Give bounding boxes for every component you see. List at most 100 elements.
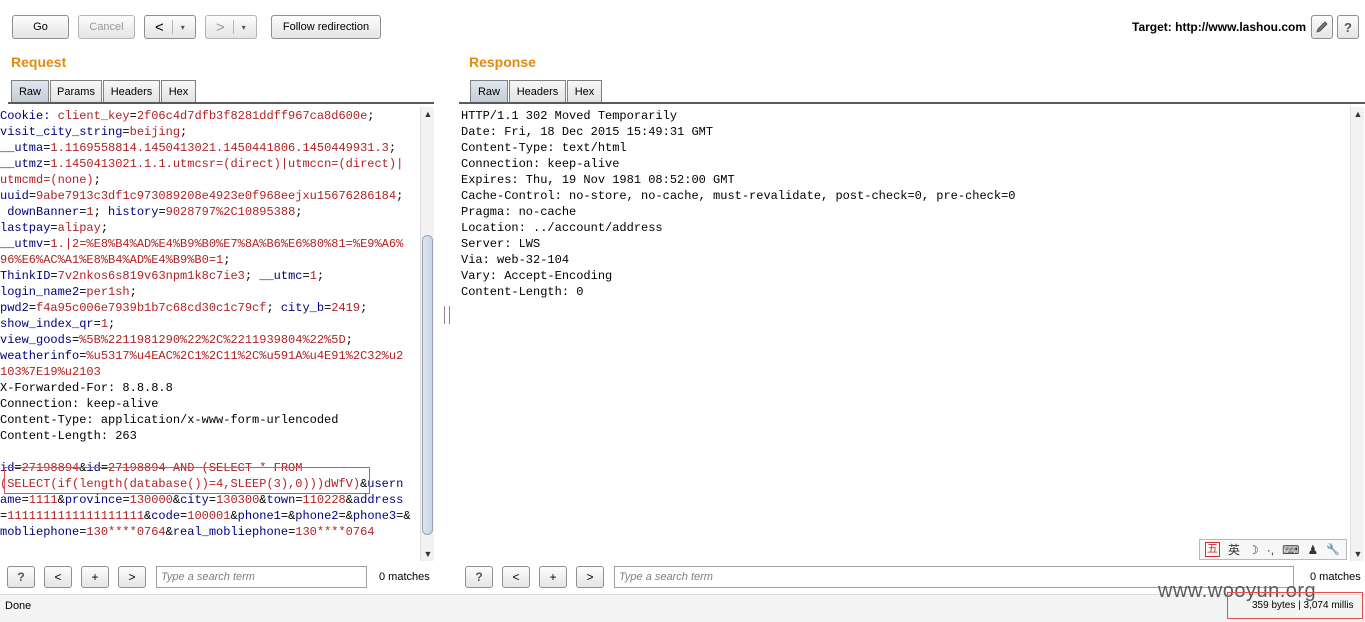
request-token: ; [345, 333, 353, 347]
request-scrollbar[interactable]: ▲ ▼ [420, 107, 434, 561]
request-line: mobliephone=130****0764&real_mobliephone… [0, 524, 420, 540]
back-label: < [155, 18, 164, 36]
request-token: & [345, 493, 353, 507]
separator [171, 20, 173, 34]
user-icon[interactable]: ♟ [1307, 543, 1318, 557]
response-scrollbar[interactable]: ▲ ▼ [1350, 107, 1364, 561]
response-search-add-button[interactable]: + [539, 566, 567, 588]
request-token: 1.|2=%E8%B4%AD%E4%B9%B0%E7%8A%B6%E6%80%8… [50, 237, 404, 251]
request-token: Content-Type: application/x-www-form-url… [0, 413, 339, 427]
scroll-down-icon[interactable]: ▼ [1351, 547, 1365, 561]
request-token: = [122, 493, 130, 507]
chevron-down-icon: ▾ [180, 22, 185, 32]
request-line: Connection: keep-alive [0, 396, 420, 412]
request-token: view_goods [0, 333, 73, 347]
wrench-icon[interactable]: 🔧 [1326, 543, 1340, 556]
request-token: weatherinfo [0, 349, 80, 363]
request-line: X-Forwarded-For: 8.8.8.8 [0, 380, 420, 396]
response-line: Location: ../account/address [461, 221, 663, 235]
request-token: ThinkID [0, 269, 51, 283]
response-line: Content-Length: 0 [461, 285, 584, 299]
request-search-input[interactable]: Type a search term [156, 566, 367, 588]
request-search-prev-button[interactable]: < [44, 566, 72, 588]
request-token: =& [396, 509, 411, 523]
edit-target-button[interactable] [1311, 15, 1333, 39]
request-token: & [57, 493, 65, 507]
request-line: uuid=9abe7913c3df1c973089208e4923e0f968e… [0, 188, 420, 204]
request-tab-divider [8, 102, 434, 104]
request-token: =& [338, 509, 353, 523]
response-search-prev-button[interactable]: < [502, 566, 530, 588]
response-line: Expires: Thu, 19 Nov 1981 08:52:00 GMT [461, 173, 735, 187]
tab-response-hex[interactable]: Hex [567, 80, 602, 102]
request-token: Content-Length: 263 [0, 429, 137, 443]
keyboard-icon[interactable]: ⌨ [1282, 543, 1299, 557]
pane-splitter[interactable] [444, 306, 450, 324]
request-token: 1 [100, 317, 109, 331]
request-token: = [295, 493, 303, 507]
request-token: ame [0, 493, 22, 507]
highlight-box [4, 467, 370, 494]
scroll-down-icon[interactable]: ▼ [421, 547, 435, 561]
tab-response-headers[interactable]: Headers [509, 80, 566, 102]
tab-response-raw[interactable]: Raw [470, 80, 508, 102]
request-line: Content-Length: 263 [0, 428, 420, 444]
response-search-next-button[interactable]: > [576, 566, 604, 588]
request-token: show_index_qr [0, 317, 94, 331]
request-token: & [259, 493, 267, 507]
request-token: usern [367, 477, 404, 491]
request-token: X-Forwarded-For: 8.8.8.8 [0, 381, 173, 395]
forward-button[interactable]: > ▾ [205, 15, 257, 39]
follow-redirection-button[interactable]: Follow redirection [271, 15, 381, 39]
request-token: = [50, 269, 58, 283]
scroll-up-icon[interactable]: ▲ [421, 107, 435, 121]
response-line: Pragma: no-cache [461, 205, 577, 219]
tab-request-params[interactable]: Params [50, 80, 102, 102]
help-button[interactable]: ? [1337, 15, 1359, 39]
request-search-help-button[interactable]: ? [7, 566, 35, 588]
request-line: visit_city_string=beijing; [0, 124, 420, 140]
request-token: alipay [57, 221, 101, 235]
request-scroll-thumb[interactable] [422, 235, 433, 535]
request-token: 9028797%2C10895388 [165, 205, 296, 219]
request-token: ; [266, 301, 281, 315]
request-token: ; [93, 173, 101, 187]
request-match-count: 0 matches [379, 571, 430, 583]
cancel-button[interactable]: Cancel [78, 15, 135, 39]
back-button[interactable]: < ▾ [144, 15, 196, 39]
scroll-up-icon[interactable]: ▲ [1351, 107, 1365, 121]
request-token: province [64, 493, 123, 507]
request-token: town [266, 493, 296, 507]
request-token: 7v2nkos6s819v63npm1k8c7ie3 [57, 269, 245, 283]
tab-request-raw[interactable]: Raw [11, 80, 49, 102]
request-line: utmcmd=(none); [0, 172, 420, 188]
request-line: 103%7E19%u2103 [0, 364, 420, 380]
request-token: ; [396, 189, 404, 203]
ime-toolbar[interactable]: 五 英 ☽ ·, ⌨ ♟ 🔧 [1199, 539, 1347, 560]
request-token: client_key [57, 109, 130, 123]
request-line: Cookie: client_key=2f06c4d7dfb3f8281ddff… [0, 108, 420, 124]
request-token: Connection: keep-alive [0, 397, 159, 411]
request-search-next-button[interactable]: > [118, 566, 146, 588]
moon-icon[interactable]: ☽ [1248, 543, 1259, 557]
request-token: = [302, 269, 310, 283]
request-token: __utmc [259, 269, 303, 283]
tab-request-headers[interactable]: Headers [103, 80, 160, 102]
response-editor[interactable]: HTTP/1.1 302 Moved Temporarily Date: Fri,… [459, 107, 1349, 561]
request-token: ; [223, 253, 231, 267]
punctuation-icon[interactable]: ·, [1267, 543, 1274, 557]
response-line: Vary: Accept-Encoding [461, 269, 613, 283]
request-line: =1111111111111111111&code=100001&phone1=… [0, 508, 420, 524]
request-line [0, 444, 420, 460]
request-token: 130000 [129, 493, 173, 507]
request-token: utmcmd=(none) [0, 173, 94, 187]
ime-language[interactable]: 英 [1228, 541, 1240, 558]
go-button[interactable]: Go [12, 15, 69, 39]
request-token: 2419 [331, 301, 361, 315]
response-search-help-button[interactable]: ? [465, 566, 493, 588]
ime-mode-icon[interactable]: 五 [1205, 542, 1220, 557]
request-token: ; [129, 285, 137, 299]
request-token: login_name2 [0, 285, 80, 299]
request-search-add-button[interactable]: + [81, 566, 109, 588]
tab-request-hex[interactable]: Hex [161, 80, 196, 102]
